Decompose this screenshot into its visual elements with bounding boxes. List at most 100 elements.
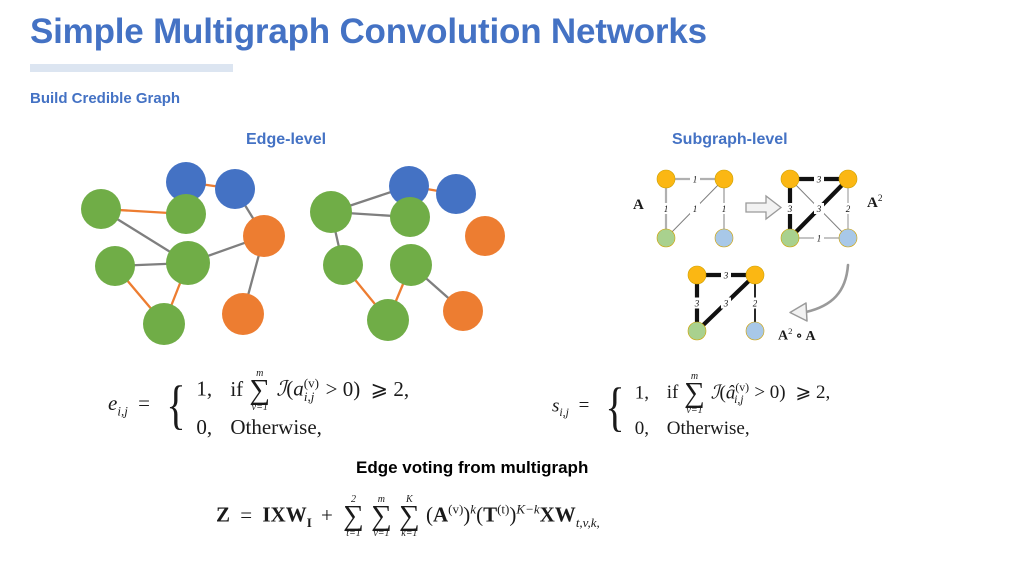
slide-root: Simple Multigraph Convolution Networks B…	[0, 0, 1024, 576]
graph-edge	[113, 261, 190, 268]
label-matrix-A: A	[633, 197, 644, 213]
graph-node	[215, 169, 255, 209]
graph-edge	[787, 176, 851, 241]
cases-row-true: 1, if m ∑ v=1 ℐ(â(v)i,j > 0) ⩾ 2,	[634, 371, 831, 416]
graph-node	[390, 197, 430, 237]
graph-node	[95, 246, 135, 286]
title-underline-rule	[30, 64, 233, 72]
edge-weight-backdrop	[719, 203, 729, 214]
graph-node	[436, 174, 476, 214]
page-title: Simple Multigraph Convolution Networks	[30, 12, 707, 51]
graph-node	[656, 228, 676, 248]
edge-weight-backdrop	[690, 203, 700, 214]
summation-symbol-k: K ∑ k=1	[399, 494, 420, 539]
graph-node	[323, 245, 363, 285]
graph-node	[838, 169, 858, 189]
section-label-subgraph-level: Subgraph-level	[672, 131, 788, 148]
edge-weight-backdrop	[692, 297, 702, 309]
graph-edge	[329, 210, 345, 267]
graph-edge	[341, 263, 390, 322]
edge-weight-label: 2	[753, 299, 758, 309]
edge-weight-backdrop	[690, 173, 700, 185]
summation-symbol: m ∑ v=1	[684, 371, 705, 416]
graph-node	[714, 228, 734, 248]
edge-weight-label: 3	[723, 299, 729, 309]
edge-weight-label: 3	[723, 271, 729, 281]
graph-node	[81, 189, 121, 229]
graph-edge	[241, 234, 266, 316]
graph-node	[687, 265, 707, 285]
graph-edge	[184, 180, 237, 191]
edge-weight-label: 3	[787, 204, 793, 214]
graph-edge	[407, 184, 458, 196]
graph-node	[243, 215, 285, 257]
cases-body: 1, if m ∑ v=1 ℐ(â(v)i,j > 0) ⩾ 2, 0, Ot…	[635, 372, 831, 442]
equation-subgraph-level: si,j = { 1, if m ∑ v=1 ℐ(â(v)i,j > 0) ⩾…	[552, 372, 830, 442]
graph-node	[166, 241, 210, 285]
edge-weight-backdrop	[785, 203, 795, 214]
graph-node	[389, 166, 429, 206]
cases-body: 1, if m ∑ v=1 ℐ(a(v)i,j > 0) ⩾ 2, 0, Oth…	[196, 369, 409, 442]
graph-node	[143, 303, 185, 345]
graph-node	[390, 244, 432, 286]
cases-row-false: 0, Otherwise,	[634, 417, 750, 439]
graph-edge	[694, 272, 758, 334]
graph-edge	[329, 210, 412, 219]
block-arrow-right-icon	[745, 194, 783, 221]
cases-row-false: 0, Otherwise,	[196, 414, 322, 439]
graph-node	[367, 299, 409, 341]
edge-weight-label: 1	[693, 204, 698, 214]
edge-weight-label: 1	[817, 234, 822, 244]
label-matrix-A-squared: A2	[867, 194, 883, 211]
graph-edge	[99, 207, 188, 216]
edge-weight-label: 2	[846, 204, 851, 214]
graph-edge	[329, 184, 411, 214]
edge-weight-backdrop	[843, 203, 853, 214]
cases-brace: {	[166, 374, 186, 435]
graph-edge	[386, 263, 413, 322]
graph-edge	[789, 178, 849, 239]
graph-node	[714, 169, 734, 189]
summation-symbol-t: 2 ∑ t=1	[343, 494, 364, 539]
equation-main: Z = IXWI + 2 ∑ t=1 m ∑ v=1 K ∑ k=1 (A(v)…	[216, 494, 600, 539]
graph-node	[656, 169, 676, 189]
caption-edge-voting: Edge voting from multigraph	[356, 458, 589, 477]
graph-node	[745, 265, 765, 285]
graph-edge	[99, 207, 190, 265]
graph-right-edges	[329, 184, 465, 322]
edge-weight-label: 3	[816, 175, 822, 185]
graph-node	[443, 291, 483, 331]
edge-weight-label: 1	[664, 204, 669, 214]
graph-left-nodes	[81, 162, 285, 345]
edge-weight-backdrop	[661, 203, 671, 214]
graph-node	[166, 194, 206, 234]
section-label-edge-level: Edge-level	[246, 131, 327, 148]
equation-edge-level: ei,j = { 1, if m ∑ v=1 ℐ(a(v)i,j > 0) ⩾ …	[108, 369, 409, 442]
edge-weight-backdrop	[814, 173, 824, 185]
cases-brace: {	[605, 376, 625, 437]
graph-node	[166, 162, 206, 202]
summation-symbol: m ∑ v=1	[249, 368, 271, 413]
graph-node	[780, 169, 800, 189]
slide-subtitle: Build Credible Graph	[30, 90, 181, 107]
summation-symbol-v: m ∑ v=1	[371, 494, 392, 539]
edge-weight-label: 3	[694, 299, 700, 309]
subgraph-matrix-hadamard: 3 3 3 2	[687, 265, 765, 341]
curved-arrow-shaft-icon	[804, 263, 850, 314]
edge-weight-backdrop	[814, 203, 824, 214]
edge-weight-backdrop	[750, 297, 760, 309]
graph-node	[222, 293, 264, 335]
graph-edge	[233, 187, 266, 238]
graph-canvas: 11 1 1 33 13 21 33 3 2	[81, 162, 858, 345]
graph-node	[838, 228, 858, 248]
graph-edge	[665, 178, 725, 239]
graph-edge	[113, 264, 166, 326]
graph-node	[687, 321, 707, 341]
label-matrix-hadamard: A2 ∘ A	[778, 326, 816, 344]
graph-node	[745, 321, 765, 341]
subgraph-matrix-a: 1 1 1 1	[656, 169, 734, 248]
edge-weight-label: 1	[722, 204, 727, 214]
edge-weight-label: 3	[816, 204, 822, 214]
graph-edge	[162, 261, 190, 326]
graph-node	[780, 228, 800, 248]
